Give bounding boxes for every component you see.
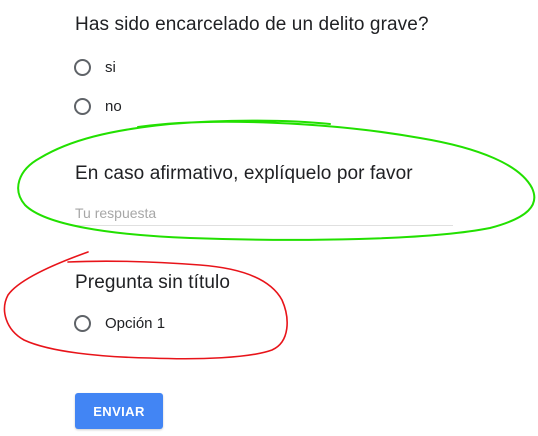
radio-option-si[interactable]: si	[74, 56, 116, 78]
form-page: Has sido encarcelado de un delito grave?…	[0, 0, 538, 436]
radio-option-label: si	[105, 58, 116, 76]
submit-button[interactable]: ENVIAR	[75, 393, 163, 429]
radio-option-label: Opción 1	[105, 314, 166, 332]
radio-option-label: no	[105, 97, 122, 115]
red-highlight-scribble	[3, 251, 288, 360]
radio-option-no[interactable]: no	[74, 95, 122, 117]
question-title-explain: En caso afirmativo, explíquelo por favor	[75, 163, 413, 184]
answer-input[interactable]	[75, 201, 453, 226]
radio-circle-icon[interactable]	[74, 314, 91, 332]
question-title-untitled: Pregunta sin título	[75, 272, 231, 293]
radio-option-opcion-1[interactable]: Opción 1	[74, 312, 165, 334]
question-title-incarcerated: Has sido encarcelado de un delito grave?	[75, 14, 429, 35]
radio-circle-icon[interactable]	[74, 97, 91, 115]
radio-circle-icon[interactable]	[74, 58, 91, 76]
